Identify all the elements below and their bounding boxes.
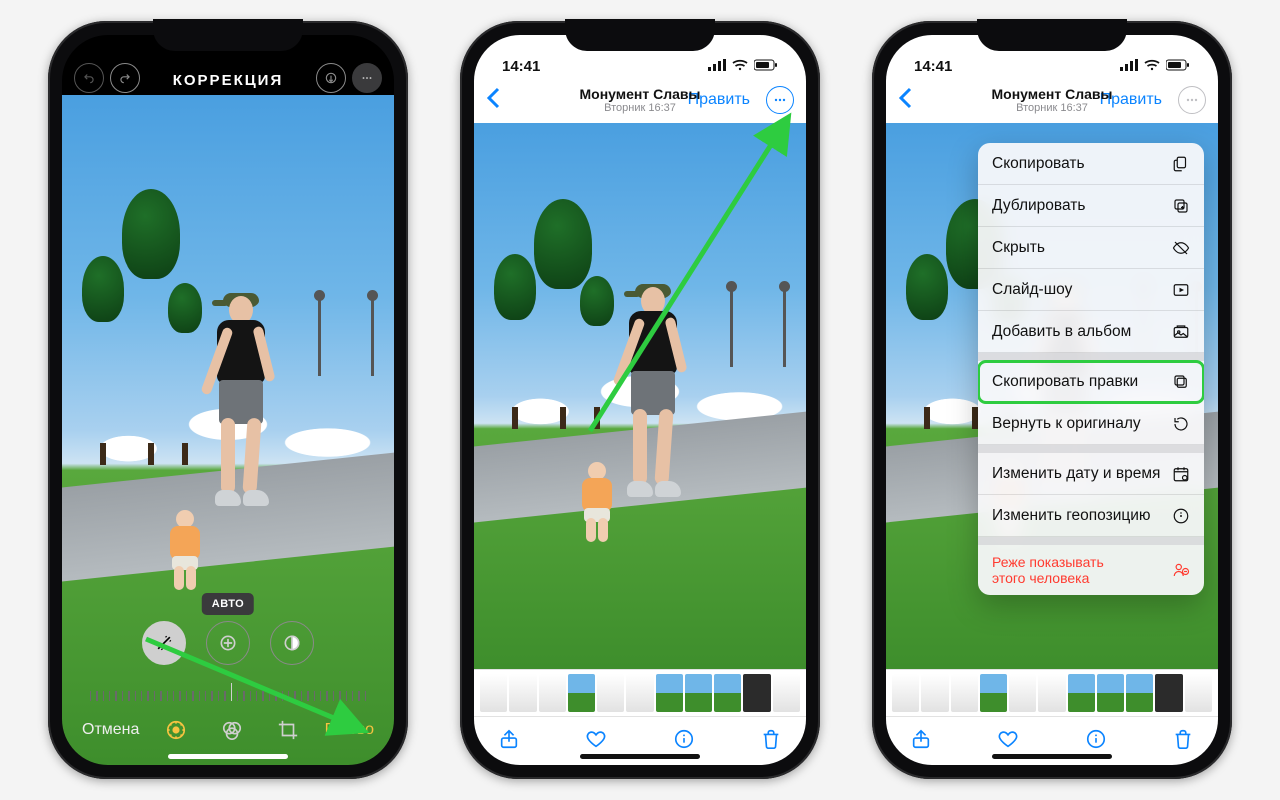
- exposure-knob[interactable]: [206, 621, 250, 665]
- nav-bar: Монумент Славы Вторник 16:37 Править: [474, 77, 806, 123]
- location-title: Монумент Славы: [992, 86, 1113, 102]
- location-icon: [1172, 507, 1190, 525]
- share-icon[interactable]: [910, 728, 932, 755]
- menu-hide[interactable]: Скрыть: [978, 227, 1204, 269]
- trash-icon[interactable]: [760, 728, 782, 755]
- status-time: 14:41: [502, 58, 540, 75]
- more-button[interactable]: [766, 86, 794, 114]
- calendar-icon: [1172, 465, 1190, 483]
- filters-mode-icon[interactable]: [221, 719, 243, 741]
- brilliance-knob[interactable]: [270, 621, 314, 665]
- trash-icon[interactable]: [1172, 728, 1194, 755]
- cellular-icon: [1120, 58, 1138, 75]
- adjustment-dials: [62, 621, 394, 673]
- edit-bottom-bar: Отмена Готово: [62, 709, 394, 751]
- album-icon: [1172, 323, 1190, 341]
- back-button[interactable]: [898, 87, 914, 114]
- menu-copy[interactable]: Скопировать: [978, 143, 1204, 185]
- info-icon[interactable]: [1085, 728, 1107, 755]
- auto-enhance-knob[interactable]: [142, 621, 186, 665]
- value-ruler[interactable]: [82, 679, 374, 701]
- favorite-icon[interactable]: [997, 728, 1019, 755]
- info-icon[interactable]: [673, 728, 695, 755]
- status-time: 14:41: [914, 58, 952, 75]
- home-indicator[interactable]: [168, 754, 288, 759]
- photo-viewer[interactable]: [474, 123, 806, 669]
- menu-adjust-location[interactable]: Изменить геопозицию: [978, 495, 1204, 537]
- crop-mode-icon[interactable]: [277, 719, 299, 741]
- nav-bar: Монумент Славы Вторник 16:37 Править: [886, 77, 1218, 123]
- cancel-button[interactable]: Отмена: [82, 721, 139, 739]
- cellular-icon: [708, 58, 726, 75]
- wifi-icon: [1144, 58, 1160, 75]
- menu-copy-edits[interactable]: Скопировать правки: [978, 361, 1204, 403]
- undo-icon[interactable]: [74, 63, 104, 93]
- home-indicator[interactable]: [992, 754, 1112, 759]
- adjust-mode-icon[interactable]: [165, 719, 187, 741]
- edit-title: КОРРЕКЦИЯ: [173, 72, 284, 89]
- auto-tag: АВТО: [202, 593, 254, 615]
- context-menu: Скопировать Дублировать Скрыть Слайд-шоу…: [978, 143, 1204, 595]
- menu-slideshow[interactable]: Слайд-шоу: [978, 269, 1204, 311]
- battery-icon: [754, 58, 778, 75]
- markup-icon[interactable]: [316, 63, 346, 93]
- menu-add-to-album[interactable]: Добавить в альбом: [978, 311, 1204, 353]
- copy-icon: [1172, 155, 1190, 173]
- menu-adjust-datetime[interactable]: Изменить дату и время: [978, 453, 1204, 495]
- wifi-icon: [732, 58, 748, 75]
- battery-icon: [1166, 58, 1190, 75]
- more-icon[interactable]: [352, 63, 382, 93]
- menu-revert[interactable]: Вернуть к оригиналу: [978, 403, 1204, 445]
- redo-icon[interactable]: [110, 63, 140, 93]
- thumbnail-strip[interactable]: [886, 669, 1218, 717]
- done-button[interactable]: Готово: [325, 721, 374, 739]
- location-subtitle: Вторник 16:37: [992, 102, 1113, 114]
- menu-feature-less[interactable]: Реже показывать этого человека: [978, 545, 1204, 595]
- duplicate-icon: [1172, 197, 1190, 215]
- copy-edits-icon: [1172, 373, 1190, 391]
- slideshow-icon: [1172, 281, 1190, 299]
- back-button[interactable]: [486, 87, 502, 114]
- location-subtitle: Вторник 16:37: [580, 102, 701, 114]
- home-indicator[interactable]: [580, 754, 700, 759]
- thumbnail-strip[interactable]: [474, 669, 806, 717]
- menu-duplicate[interactable]: Дублировать: [978, 185, 1204, 227]
- share-icon[interactable]: [498, 728, 520, 755]
- revert-icon: [1172, 415, 1190, 433]
- more-button[interactable]: [1178, 86, 1206, 114]
- location-title: Монумент Славы: [580, 86, 701, 102]
- favorite-icon[interactable]: [585, 728, 607, 755]
- hide-icon: [1172, 239, 1190, 257]
- person-less-icon: [1172, 561, 1190, 579]
